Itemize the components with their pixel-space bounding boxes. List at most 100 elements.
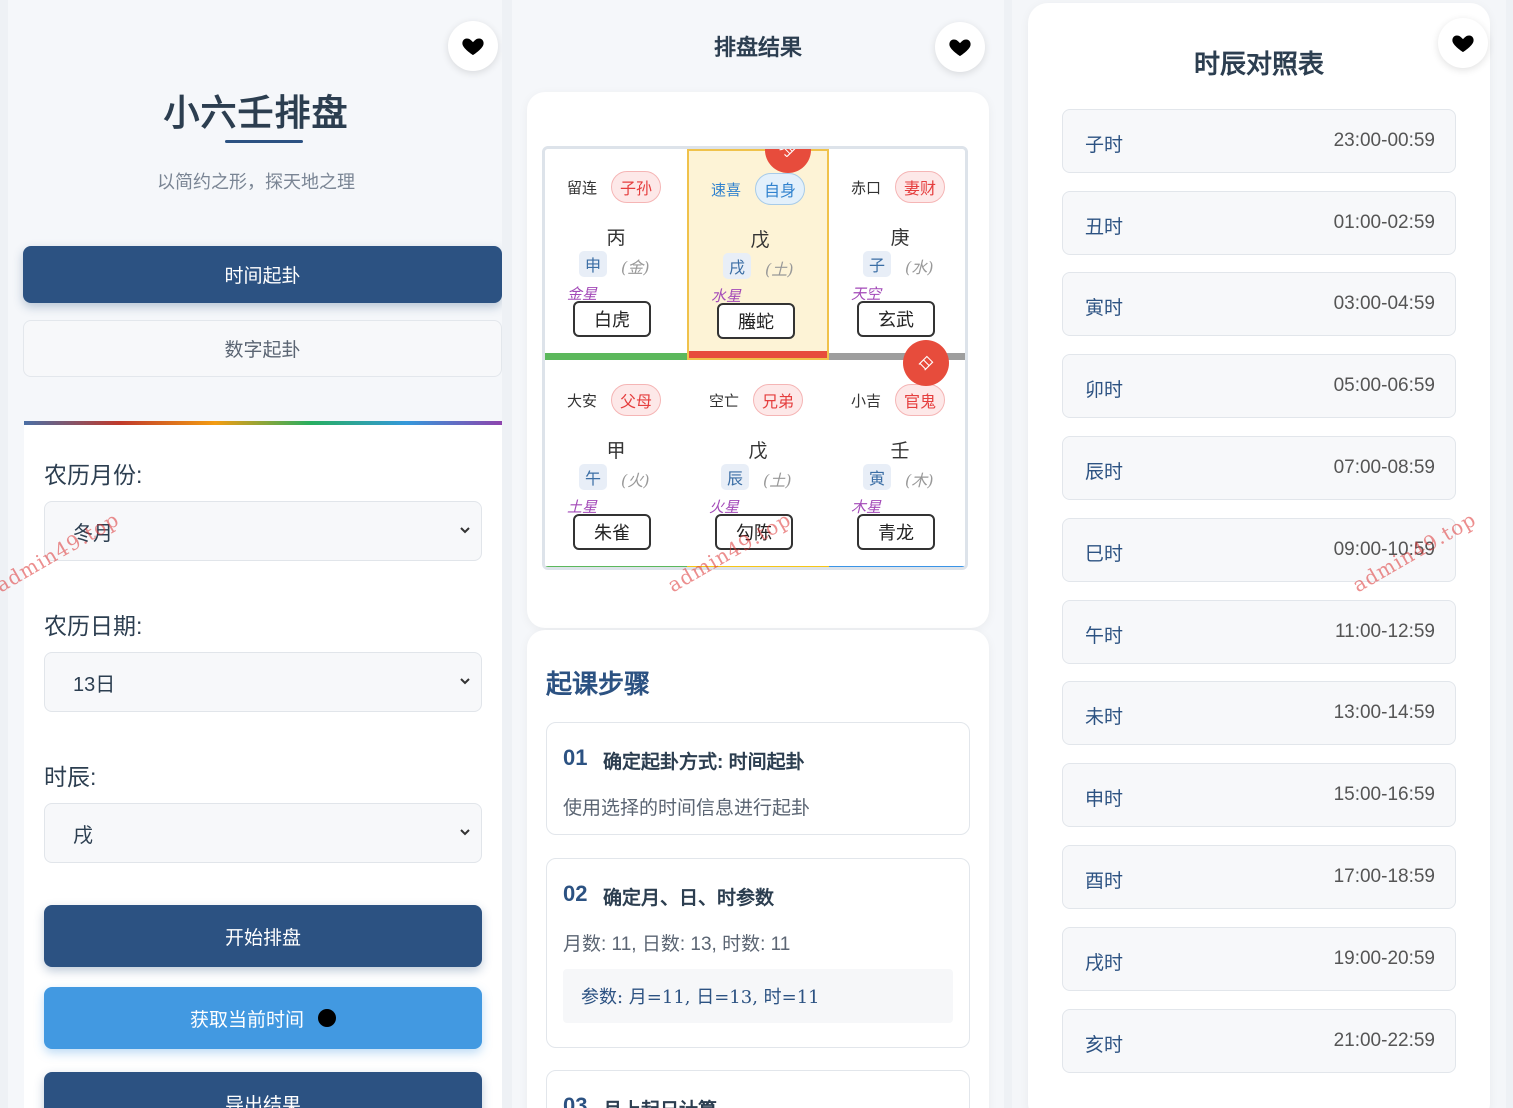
palace-cell[interactable]: 大安 父母 甲 午 (火) 土星 朱雀 [545, 362, 687, 567]
hour-range: 17:00-18:59 [1333, 866, 1435, 887]
earthly-branch: 辰 [721, 464, 749, 490]
spirit-god: 朱雀 [573, 514, 651, 550]
heart-icon [1452, 35, 1474, 52]
steps-title: 起课步骤 [546, 669, 651, 699]
table-row[interactable]: 卯时 05:00-06:59 [1062, 354, 1456, 418]
palace-cell-highlighted[interactable]: 速喜 自身 戊 戌 (土) 水星 螣蛇 月 [687, 149, 829, 360]
day-select[interactable]: 13日 [44, 652, 482, 712]
step-item: 02 确定月、日、时参数 月数: 11, 日数: 13, 时数: 11 参数: … [546, 858, 970, 1048]
hour-name: 寅时 [1085, 297, 1124, 319]
table-row[interactable]: 申时 15:00-16:59 [1062, 763, 1456, 827]
relation-badge: 自身 [755, 173, 805, 205]
step-number: 03 [563, 1093, 588, 1108]
step-item: 01 确定起卦方式: 时间起卦 使用选择的时间信息进行起卦 [546, 722, 970, 835]
heart-icon [949, 39, 971, 56]
current-time-label: 获取当前时间 [189, 1009, 304, 1031]
hour-name: 卯时 [1085, 379, 1124, 401]
step-desc: 月数: 11, 日数: 13, 时数: 11 [563, 934, 791, 955]
spirit-god: 螣蛇 [717, 303, 795, 339]
hour-select[interactable]: 戌 [44, 803, 482, 863]
step-number: 02 [563, 881, 588, 906]
hour-name: 亥时 [1085, 1034, 1124, 1056]
cell-bar [689, 351, 827, 358]
chevron-down-icon [460, 678, 470, 685]
step-title: 确定起卦方式: 时间起卦 [603, 752, 805, 773]
relation-badge: 父母 [611, 384, 661, 416]
table-row[interactable]: 午时 11:00-12:59 [1062, 600, 1456, 664]
title-underline [225, 140, 303, 143]
chevron-down-icon [460, 527, 470, 534]
heavenly-stem: 戊 [748, 440, 768, 462]
heavenly-stem: 甲 [606, 440, 626, 462]
palace-cell[interactable]: 赤口 妻财 庚 子 (水) 天空 玄武 [829, 149, 965, 360]
gradient-divider [24, 421, 502, 425]
hour-range: 03:00-04:59 [1333, 293, 1435, 314]
tab-number-divination[interactable]: 数字起卦 [23, 320, 502, 377]
step-title: 月上起日计算 [603, 1095, 717, 1108]
favorite-button[interactable] [1438, 18, 1488, 68]
palace-cell[interactable]: 小吉 官鬼 壬 寅 (木) 木星 青龙 日 [829, 330, 965, 567]
hour-range: 05:00-06:59 [1333, 375, 1435, 396]
hour-name: 丑时 [1085, 216, 1124, 238]
palace-name: 大安 [567, 392, 598, 410]
hour-name: 酉时 [1085, 870, 1124, 892]
earthly-branch: 子 [863, 251, 891, 277]
palace-cell[interactable]: 留连 子孙 丙 申 (金) 金星 白虎 [545, 149, 687, 360]
hour-select-value: 戌 [73, 824, 93, 847]
start-button[interactable]: 开始排盘 [44, 905, 482, 967]
relation-badge: 妻财 [895, 171, 945, 203]
hour-range: 15:00-16:59 [1333, 784, 1435, 805]
hour-name: 午时 [1085, 625, 1124, 647]
current-time-button[interactable]: 获取当前时间 [44, 987, 482, 1049]
spirit-god: 青龙 [857, 514, 935, 550]
hour-name: 子时 [1085, 134, 1124, 156]
hour-name: 戌时 [1085, 952, 1124, 974]
spirit-god: 白虎 [573, 301, 651, 337]
palace-name: 速喜 [711, 181, 742, 199]
result-panel: 排盘结果 留连 子孙 丙 申 (金) 金星 白虎 速喜 自身 戊 戌 (土) 水… [512, 0, 1004, 1108]
element: (土) [765, 260, 794, 279]
step-title: 确定月、日、时参数 [603, 888, 775, 909]
element: (火) [621, 471, 650, 490]
heavenly-stem: 丙 [606, 227, 626, 249]
hour-range: 21:00-22:59 [1333, 1030, 1435, 1051]
table-row[interactable]: 戌时 19:00-20:59 [1062, 927, 1456, 991]
cell-bar [545, 566, 687, 567]
element: (水) [905, 258, 934, 277]
table-row[interactable]: 亥时 21:00-22:59 [1062, 1009, 1456, 1073]
hour-range: 11:00-12:59 [1334, 621, 1435, 642]
cursor-dot [318, 1009, 336, 1027]
table-row[interactable]: 寅时 03:00-04:59 [1062, 272, 1456, 336]
heavenly-stem: 庚 [890, 227, 910, 249]
setup-panel: 小六壬排盘 以简约之形，探天地之理 时间起卦 数字起卦 农历月份: 冬月 农历日… [8, 0, 502, 1108]
earthly-branch: 寅 [863, 464, 891, 490]
day-label: 农历日期: [44, 613, 143, 639]
table-row[interactable]: 辰时 07:00-08:59 [1062, 436, 1456, 500]
element: (金) [621, 258, 650, 277]
hour-name: 巳时 [1085, 543, 1124, 565]
export-button[interactable]: 导出结果 [44, 1072, 482, 1108]
cell-bar [829, 566, 965, 567]
heart-icon [462, 38, 484, 55]
hour-range: 07:00-08:59 [1333, 457, 1435, 478]
hour-range: 01:00-02:59 [1333, 212, 1435, 233]
element: (土) [763, 471, 792, 490]
palace-name: 小吉 [851, 392, 882, 410]
page-subtitle: 以简约之形，探天地之理 [157, 172, 355, 192]
favorite-button[interactable] [448, 21, 498, 71]
relation-badge: 官鬼 [895, 384, 945, 416]
hour-table-title: 时辰对照表 [1193, 49, 1324, 79]
palace-name: 留连 [567, 179, 598, 197]
tab-time-divination[interactable]: 时间起卦 [23, 246, 502, 303]
step-param: 参数: 月=11, 日=13, 时=11 [563, 969, 953, 1023]
cell-bar [545, 353, 687, 360]
table-row[interactable]: 丑时 01:00-02:59 [1062, 191, 1456, 255]
month-label: 农历月份: [44, 462, 143, 488]
table-row[interactable]: 未时 13:00-14:59 [1062, 681, 1456, 745]
chevron-down-icon [460, 829, 470, 836]
hour-name: 未时 [1085, 706, 1124, 728]
table-row[interactable]: 子时 23:00-00:59 [1062, 109, 1456, 173]
favorite-button[interactable] [935, 22, 985, 72]
table-row[interactable]: 酉时 17:00-18:59 [1062, 845, 1456, 909]
step-desc: 使用选择的时间信息进行起卦 [563, 798, 811, 819]
